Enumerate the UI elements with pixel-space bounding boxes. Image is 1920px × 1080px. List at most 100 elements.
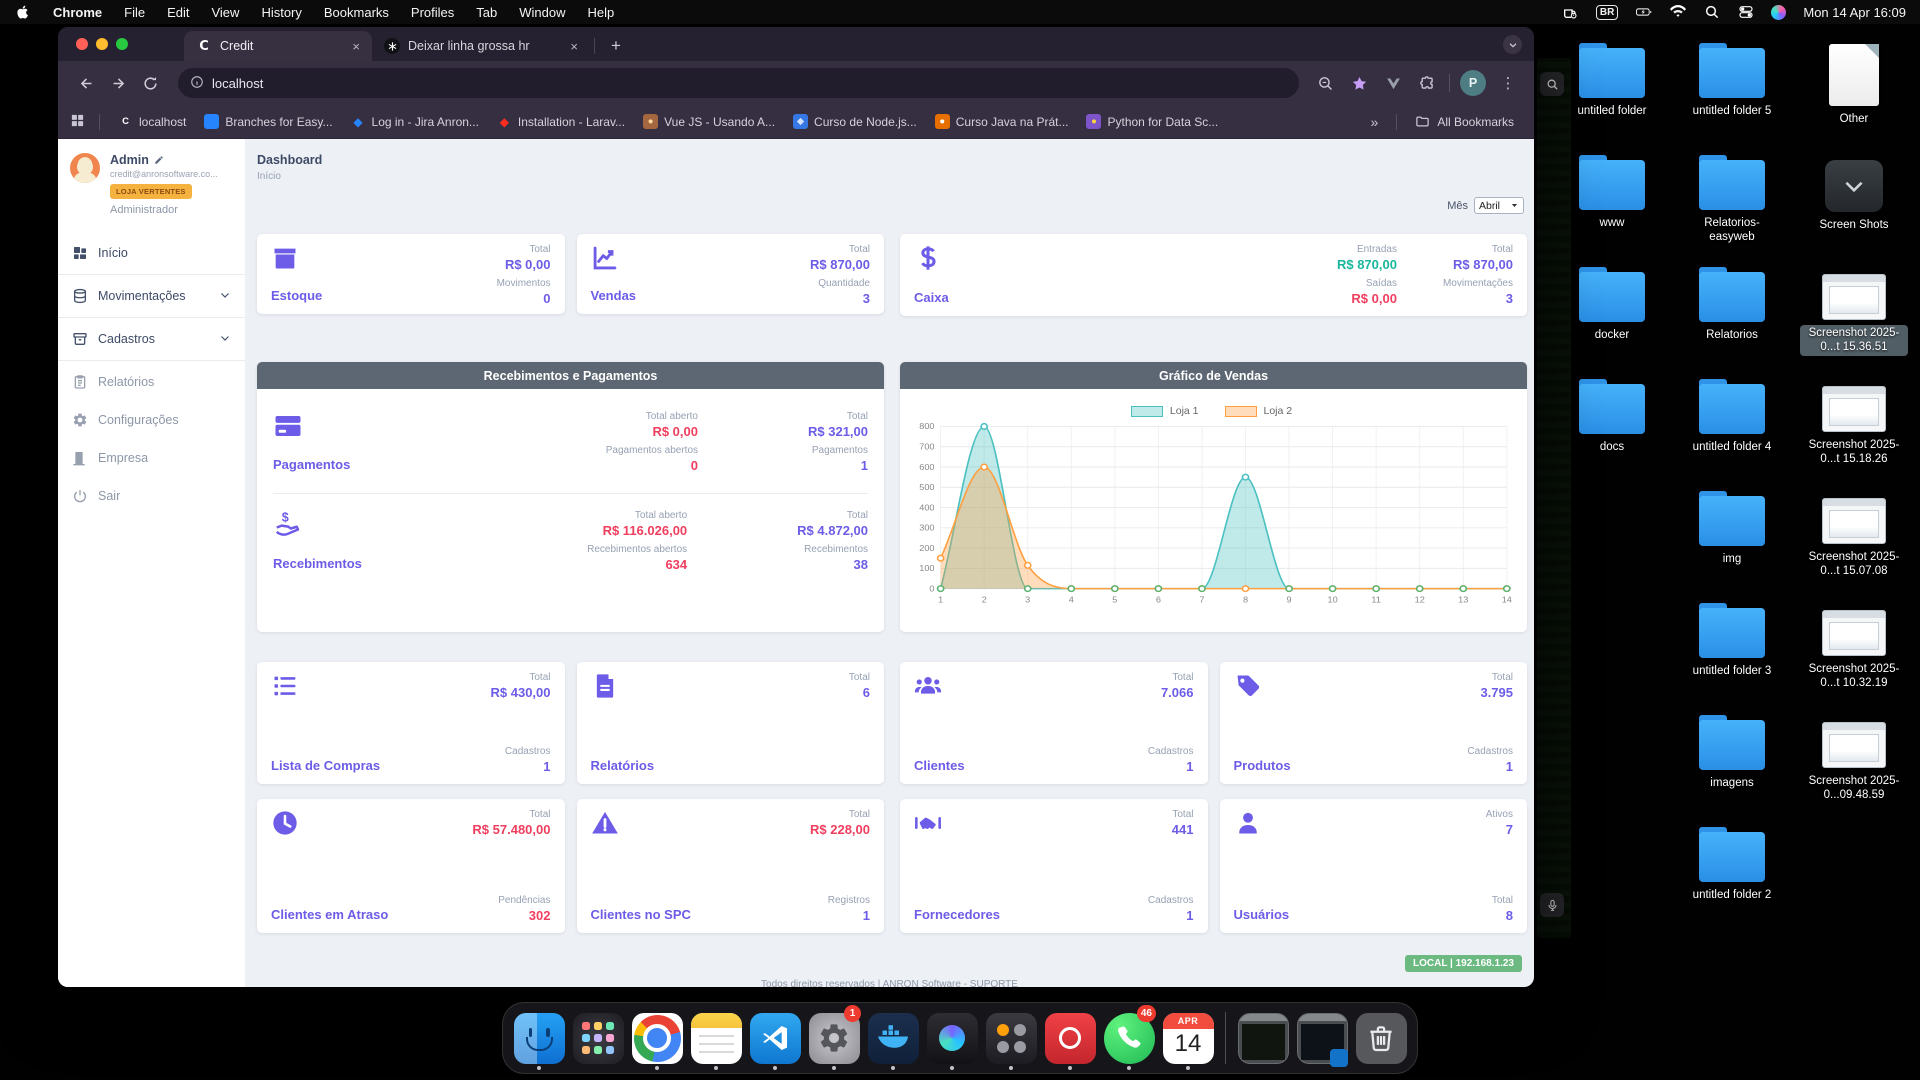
desktop-icon-folder[interactable]: untitled folder 3	[1676, 604, 1788, 679]
card-estoque[interactable]: EstoqueTotalR$ 0,00Movimentos0	[257, 234, 565, 314]
dock-item-calendar[interactable]: APR14	[1160, 1007, 1216, 1069]
browser-menu-icon[interactable]: ⋮	[1496, 71, 1520, 95]
desktop-icon-folder[interactable]: untitled folder 4	[1676, 380, 1788, 455]
sidebar-item-sair[interactable]: Sair	[58, 477, 245, 515]
panel-row-pagamentos[interactable]: PagamentosTotal abertoR$ 0,00Pagamentos …	[273, 395, 868, 493]
desktop-icon-shot[interactable]: Screenshot 2025-0...t 10.32.19	[1798, 604, 1910, 692]
menu-item-history[interactable]: History	[261, 5, 301, 20]
keyboard-layout-badge[interactable]: BR	[1596, 5, 1618, 20]
bookmarks-overflow-button[interactable]: »	[1363, 114, 1387, 130]
card-clientes-no-spc[interactable]: Clientes no SPCTotalR$ 228,00Registros1	[577, 799, 885, 933]
menu-item-help[interactable]: Help	[588, 5, 615, 20]
address-url[interactable]: localhost	[212, 76, 263, 91]
dock-item-docker[interactable]	[865, 1007, 921, 1069]
address-bar[interactable]: localhost	[178, 68, 1299, 98]
menu-bar-clock[interactable]: Mon 14 Apr 16:09	[1803, 5, 1906, 20]
card-clientes[interactable]: ClientesTotal7.066Cadastros1	[900, 662, 1208, 784]
dock-item-finder[interactable]	[511, 1007, 567, 1069]
tab-close-icon[interactable]: ×	[350, 39, 362, 54]
bookmark-item[interactable]: ◆Installation - Larav...	[489, 110, 633, 133]
dock-item-calculator[interactable]	[983, 1007, 1039, 1069]
window-close-button[interactable]	[76, 38, 88, 50]
sidebar-item-inicio[interactable]: Início	[58, 234, 245, 272]
wifi-icon[interactable]	[1669, 4, 1686, 21]
apps-grid-icon[interactable]	[70, 113, 85, 131]
menu-item-edit[interactable]: Edit	[167, 5, 189, 20]
menu-item-profiles[interactable]: Profiles	[411, 5, 454, 20]
bookmark-item[interactable]: Clocalhost	[110, 110, 194, 133]
legend-item[interactable]: Loja 1	[1131, 405, 1199, 417]
window-minimize-button[interactable]	[96, 38, 108, 50]
new-tab-button[interactable]: +	[605, 36, 627, 56]
desktop-icon-folder[interactable]: www	[1556, 156, 1668, 231]
tab-search-button[interactable]	[1503, 35, 1522, 54]
site-info-icon[interactable]	[190, 75, 204, 92]
desktop-icon-folder[interactable]: img	[1676, 492, 1788, 567]
desktop-icon-folder[interactable]: untitled folder 5	[1676, 44, 1788, 119]
dock-item-window-thumb-2[interactable]	[1294, 1007, 1350, 1069]
desktop-icon-shot[interactable]: Screenshot 2025-0...t 15.36.51	[1798, 268, 1910, 356]
extensions-puzzle-icon[interactable]	[1415, 71, 1439, 95]
card-usua-rios[interactable]: UsuáriosAtivos7Total8	[1220, 799, 1528, 933]
vue-devtools-extension-icon[interactable]	[1381, 71, 1405, 95]
desktop-icon-shot[interactable]: Screenshot 2025-0...t 15.18.26	[1798, 380, 1910, 468]
month-select[interactable]: Abril	[1474, 197, 1524, 214]
siri-icon[interactable]	[1771, 5, 1786, 20]
menu-item-file[interactable]: File	[124, 5, 145, 20]
card-relato-rios[interactable]: RelatóriosTotal6	[577, 662, 885, 784]
card-lista-de-compras[interactable]: Lista de ComprasTotalR$ 430,00Cadastros1	[257, 662, 565, 784]
menu-item-view[interactable]: View	[211, 5, 239, 20]
card-produtos[interactable]: ProdutosTotal3.795Cadastros1	[1220, 662, 1528, 784]
panel-row-recebimentos[interactable]: $RecebimentosTotal abertoR$ 116.026,00Re…	[273, 493, 868, 592]
bookmark-item[interactable]: Branches for Easy...	[196, 110, 340, 133]
desktop-icon-darkbox[interactable]: Screen Shots	[1798, 156, 1910, 233]
menu-item-tab[interactable]: Tab	[476, 5, 497, 20]
browser-tab-1[interactable]: CCredit×	[184, 31, 372, 61]
bookmark-item[interactable]: ●Python for Data Sc...	[1078, 110, 1226, 133]
bookmark-item[interactable]: ◆Curso de Node.js...	[785, 110, 925, 133]
dock-item-launchpad[interactable]	[570, 1007, 626, 1069]
reload-button[interactable]	[136, 69, 164, 97]
edit-pencil-icon[interactable]	[154, 155, 164, 165]
dock-item-app-dark[interactable]	[924, 1007, 980, 1069]
find-in-page-icon[interactable]	[1313, 71, 1337, 95]
desktop-icon-shot[interactable]: Screenshot 2025-0...t 15.07.08	[1798, 492, 1910, 580]
card-vendas[interactable]: VendasTotalR$ 870,00Quantidade3	[577, 234, 885, 314]
sales-line-chart[interactable]: 0100200300400500600700800123456789101112…	[906, 419, 1517, 611]
bookmark-star-icon[interactable]	[1347, 71, 1371, 95]
desktop-icon-folder[interactable]: untitled folder 2	[1676, 828, 1788, 903]
dock-item-chrome[interactable]	[629, 1007, 685, 1069]
dock-item-trash[interactable]	[1353, 1007, 1409, 1069]
card-fornecedores[interactable]: FornecedoresTotal441Cadastros1	[900, 799, 1208, 933]
browser-tab-2[interactable]: Deixar linha grossa hr×	[372, 31, 590, 61]
sidebar-item-cadastros[interactable]: Cadastros	[58, 320, 245, 358]
bookmark-item[interactable]: ◆Log in - Jira Anron...	[343, 110, 487, 133]
desktop-icon-folder[interactable]: Relatorios-easyweb	[1676, 156, 1788, 246]
menu-item-chrome[interactable]: Chrome	[53, 5, 102, 20]
desktop-icon-folder[interactable]: docs	[1556, 380, 1668, 455]
desktop-icon-doc[interactable]: Other	[1798, 44, 1910, 127]
menu-item-bookmarks[interactable]: Bookmarks	[324, 5, 389, 20]
desktop-icon-shot[interactable]: Screenshot 2025-0...09.48.59	[1798, 716, 1910, 804]
desktop-icon-folder[interactable]: untitled folder	[1556, 44, 1668, 119]
sidebar-item-movimentacoes[interactable]: Movimentações	[58, 277, 245, 315]
dock-item-whatsapp[interactable]: 46	[1101, 1007, 1157, 1069]
overlay-mic-icon[interactable]	[1540, 893, 1564, 917]
desktop-icon-folder[interactable]: docker	[1556, 268, 1668, 343]
dock-item-settings[interactable]: 1	[806, 1007, 862, 1069]
card-caixa[interactable]: CaixaEntradasR$ 870,00SaídasR$ 0,00Total…	[900, 234, 1527, 316]
forward-button[interactable]	[104, 69, 132, 97]
desktop-icon-folder[interactable]: Relatorios	[1676, 268, 1788, 343]
dock-item-window-thumb-1[interactable]	[1235, 1007, 1291, 1069]
window-zoom-button[interactable]	[116, 38, 128, 50]
legend-item[interactable]: Loja 2	[1225, 405, 1293, 417]
card-clientes-em-atraso[interactable]: Clientes em AtrasoTotalR$ 57.480,00Pendê…	[257, 799, 565, 933]
bookmark-item[interactable]: ●Curso Java na Prát...	[927, 110, 1077, 133]
sidebar-item-relatorios[interactable]: Relatórios	[58, 363, 245, 401]
sidebar-item-configuracoes[interactable]: Configurações	[58, 401, 245, 439]
apple-menu-icon[interactable]	[14, 4, 31, 21]
status-mug-icon[interactable]	[1562, 4, 1579, 21]
menu-item-window[interactable]: Window	[519, 5, 565, 20]
spotlight-search-icon[interactable]	[1703, 4, 1720, 21]
battery-icon[interactable]	[1635, 4, 1652, 21]
